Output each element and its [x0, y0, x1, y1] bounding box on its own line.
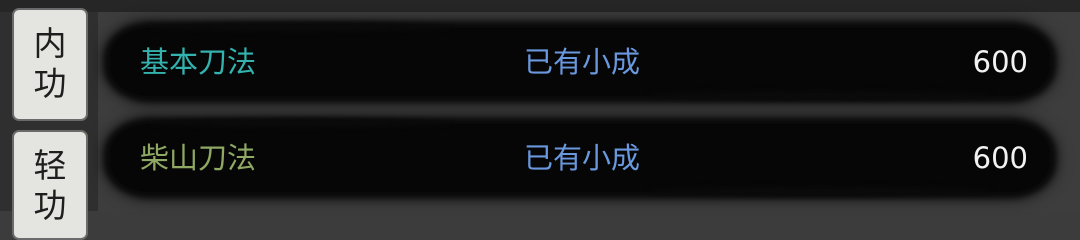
top-border: [0, 0, 1080, 12]
tab-light-skill[interactable]: 轻 功: [12, 130, 88, 240]
skill-row[interactable]: 基本刀法 已有小成 600: [110, 28, 1050, 96]
tab-inner-skill-label: 内 功: [33, 24, 67, 103]
tab-light-skill-label: 轻 功: [33, 146, 67, 225]
skill-name: 基本刀法: [140, 45, 257, 79]
skill-status: 已有小成: [524, 45, 641, 79]
skill-value: 600: [972, 45, 1028, 79]
skill-value: 600: [972, 141, 1028, 175]
skill-status: 已有小成: [524, 141, 641, 175]
skill-row[interactable]: 柴山刀法 已有小成 600: [110, 124, 1050, 192]
skill-name: 柴山刀法: [140, 141, 257, 175]
tab-inner-skill[interactable]: 内 功: [12, 8, 88, 121]
